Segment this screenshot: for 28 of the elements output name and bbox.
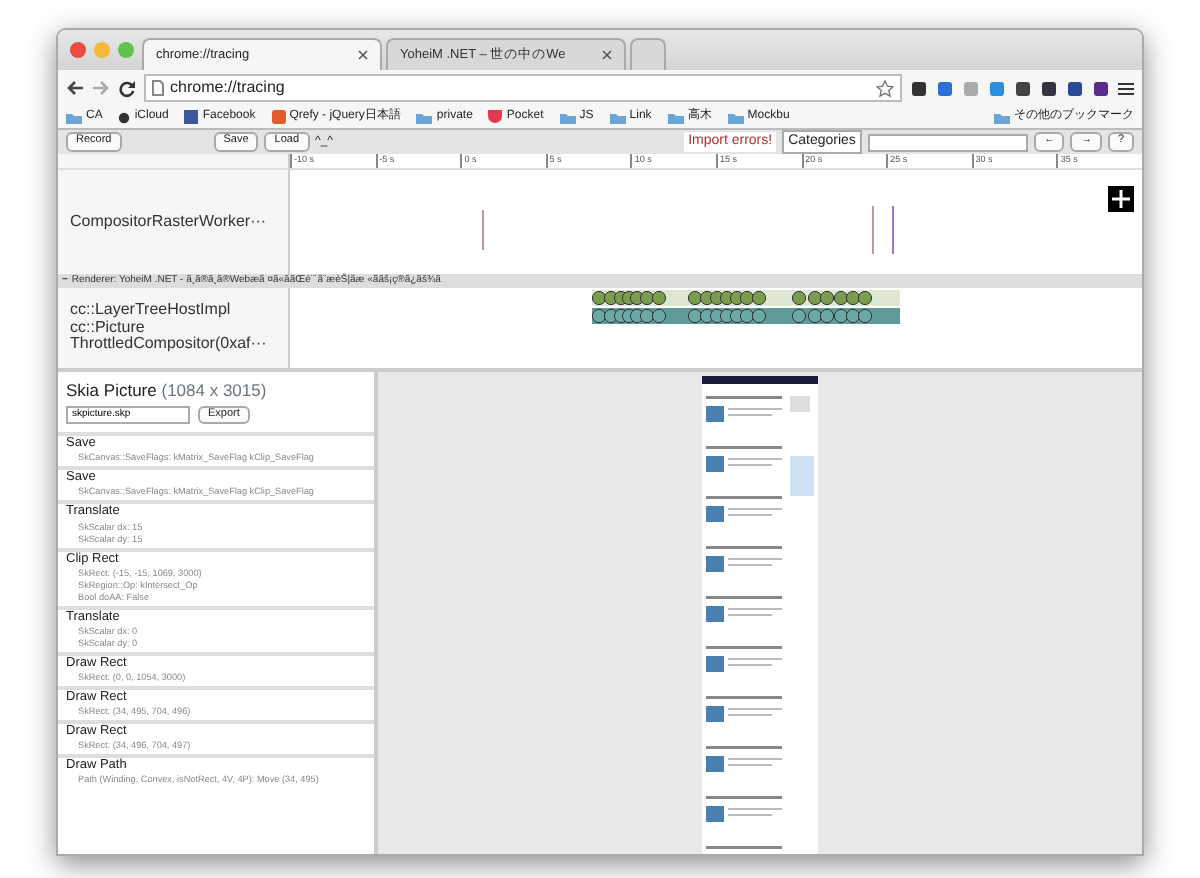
track-label: ThrottledCompositor(0xaf··· [68,336,269,354]
folder-icon [727,111,744,123]
back-icon[interactable] [66,80,84,96]
track-label: CompositorRasterWorker··· [68,210,267,234]
track-label: cc::LayerTreeHostImpl [68,302,233,320]
close-icon[interactable] [358,50,368,60]
pocket-icon [488,110,503,124]
address-field[interactable]: chrome://tracing [144,74,902,102]
track-label: cc::Picture [68,319,145,336]
page-icon [152,80,164,96]
folder-icon [66,111,82,123]
folder-icon [994,111,1010,123]
close-icon[interactable] [70,42,86,58]
apple-icon [118,110,131,124]
folder-icon [609,111,626,123]
search-field[interactable] [867,133,1028,151]
close-icon[interactable] [602,50,612,60]
folder-icon [667,111,684,123]
folder-icon [559,111,576,123]
folder-icon [416,111,433,123]
menu-icon[interactable] [1118,81,1134,95]
star-icon[interactable] [876,79,894,97]
square-icon [184,110,199,124]
move-icon[interactable] [1108,186,1134,212]
square-icon [271,110,286,124]
picture-title: Skia Picture [66,380,157,400]
picture-dimensions: (1084 x 3015) [161,380,267,400]
reload-icon[interactable] [118,79,136,97]
